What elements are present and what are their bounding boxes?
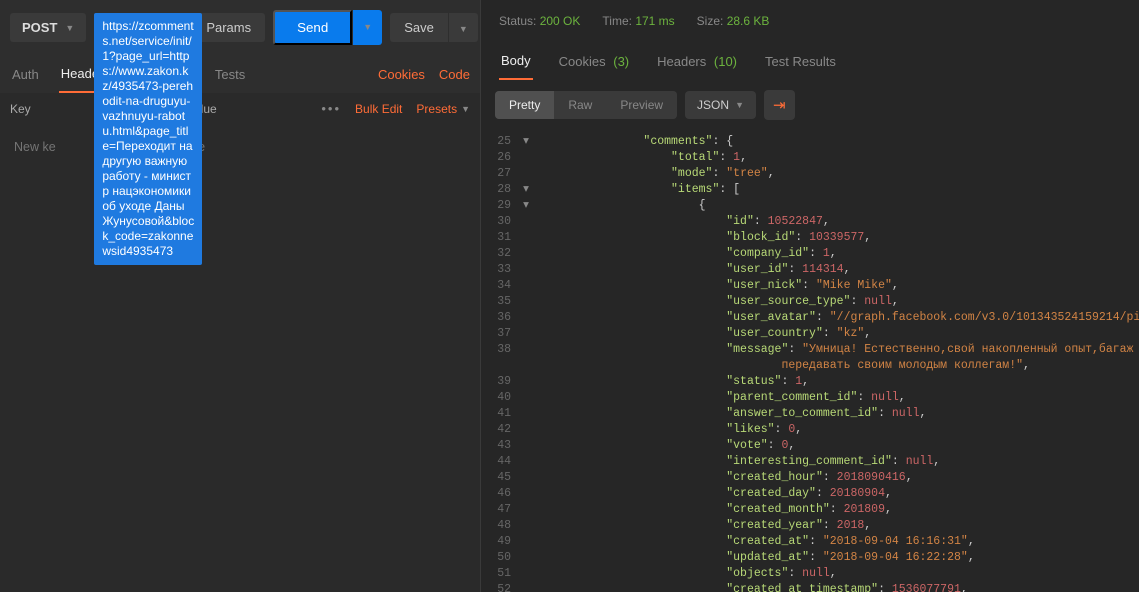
- response-body[interactable]: 25▾ "comments": {26 "total": 1,27 "mode"…: [481, 130, 1139, 592]
- chevron-down-icon: ▼: [363, 22, 372, 32]
- save-button[interactable]: Save: [390, 13, 448, 42]
- tab-test-results[interactable]: Test Results: [763, 44, 838, 79]
- send-dropdown[interactable]: ▼: [353, 10, 382, 45]
- save-dropdown[interactable]: ▼: [449, 13, 478, 42]
- view-mode-group: Pretty Raw Preview: [495, 91, 677, 119]
- format-select[interactable]: JSON ▼: [685, 91, 756, 119]
- url-autocomplete[interactable]: https://zcomments.net/service/init/1?pag…: [94, 13, 202, 265]
- tab-auth[interactable]: Auth: [10, 57, 41, 92]
- time-label: Time: 171 ms: [602, 14, 674, 28]
- method-label: POST: [22, 20, 57, 35]
- wrap-lines-button[interactable]: ⇥: [764, 90, 795, 120]
- status-label: Status: 200 OK: [499, 14, 580, 28]
- view-preview[interactable]: Preview: [606, 91, 677, 119]
- chevron-down-icon: ▼: [735, 100, 744, 110]
- value-column: alue: [194, 102, 254, 116]
- params-button[interactable]: Params: [192, 13, 265, 42]
- code-link[interactable]: Code: [439, 67, 470, 82]
- tab-cookies[interactable]: Cookies (3): [557, 44, 631, 79]
- header-key-input[interactable]: [10, 134, 70, 160]
- size-label: Size: 28.6 KB: [697, 14, 770, 28]
- tab-tests[interactable]: Tests: [213, 57, 247, 92]
- chevron-down-icon: ▼: [459, 24, 468, 34]
- http-method-select[interactable]: POST ▼: [10, 13, 86, 42]
- tab-resp-headers[interactable]: Headers (10): [655, 44, 739, 79]
- tab-body[interactable]: Body: [499, 43, 533, 80]
- bulk-edit-link[interactable]: Bulk Edit: [355, 102, 402, 116]
- key-column: Key: [10, 102, 70, 116]
- view-pretty[interactable]: Pretty: [495, 91, 554, 119]
- send-button[interactable]: Send: [273, 10, 352, 45]
- view-raw[interactable]: Raw: [554, 91, 606, 119]
- presets-dropdown[interactable]: Presets ▼: [416, 102, 470, 116]
- header-value-input[interactable]: [170, 134, 470, 160]
- more-icon[interactable]: •••: [321, 101, 341, 116]
- chevron-down-icon: ▼: [65, 23, 74, 33]
- cookies-link[interactable]: Cookies: [378, 67, 425, 82]
- chevron-down-icon: ▼: [461, 104, 470, 114]
